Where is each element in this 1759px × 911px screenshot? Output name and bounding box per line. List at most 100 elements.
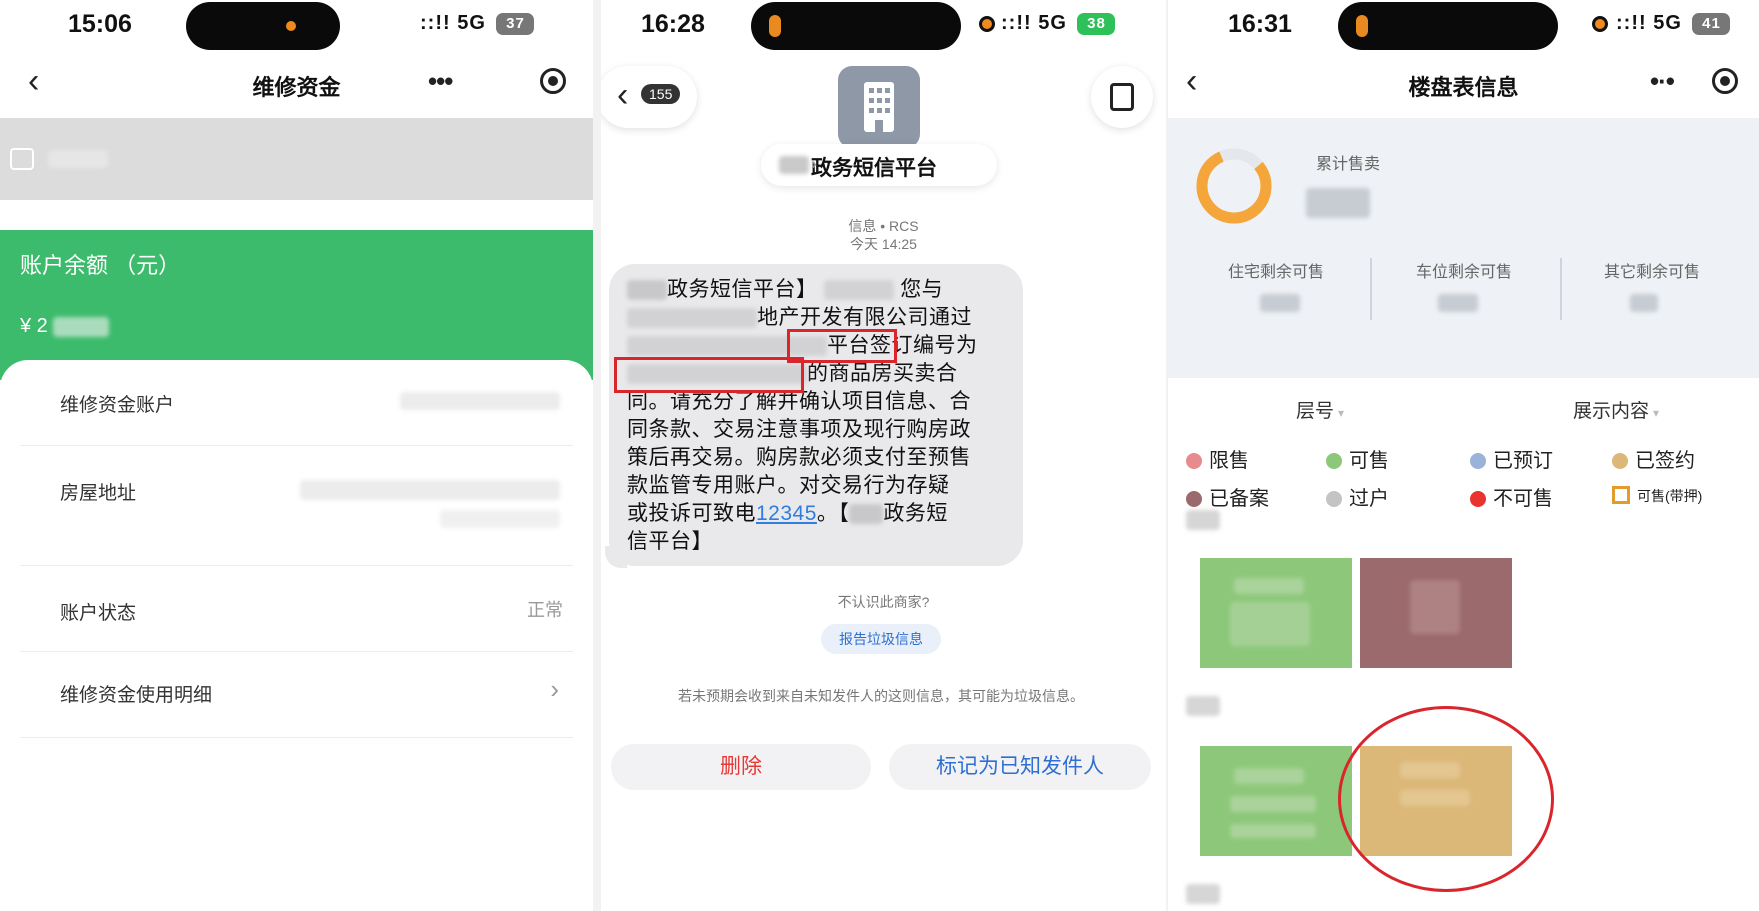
signal-bars-icon: ::!! <box>420 12 451 34</box>
camera-indicator-icon <box>286 21 296 31</box>
document-icon <box>1110 83 1134 111</box>
status-bar: 16:31 ::!! 5G 41 <box>1168 0 1759 50</box>
balance-label: 账户余额 （元） <box>20 253 181 278</box>
legend-dot-icon <box>1186 491 1202 507</box>
legend-limited: 限售 <box>1186 444 1249 473</box>
nav-bar: ‹ 楼盘表信息 •·• <box>1168 60 1759 118</box>
back-button[interactable]: ‹ 155 <box>601 66 697 128</box>
message-channel: 信息 • RCS <box>848 218 919 234</box>
dynamic-island <box>751 2 961 50</box>
report-spam-button[interactable]: 报告垃圾信息 <box>821 624 941 654</box>
legend-not-for-sale: 不可售 <box>1470 482 1553 511</box>
signal-indicator: ::!! 5G 41 <box>1616 12 1731 35</box>
highlight-box-contract-number <box>614 357 804 393</box>
stat-divider <box>1370 258 1372 320</box>
unit-cell[interactable] <box>1200 558 1352 668</box>
list-item[interactable]: 房屋地址 <box>20 446 573 566</box>
blurred-value <box>300 480 560 500</box>
message-text: 政务短信平台】 您与 地产开发有限公司通过 平台签订编号为 的商品房买卖合 同。… <box>627 278 978 553</box>
legend-filed: 已备案 <box>1186 482 1269 511</box>
legend-dot-icon <box>1470 453 1486 469</box>
status-time: 16:28 <box>641 10 705 38</box>
panel-divider <box>593 0 601 911</box>
unit-cell[interactable] <box>1360 558 1512 668</box>
chevron-left-icon: ‹ <box>617 76 629 114</box>
more-dots-icon[interactable]: ••• <box>428 66 453 97</box>
highlight-oval-signed-unit <box>1338 706 1554 892</box>
legend-transferred: 过户 <box>1326 482 1389 511</box>
sender-name-button[interactable]: 政务短信平台 › <box>761 144 997 186</box>
bubble-tail <box>605 546 627 568</box>
microphone-indicator-icon <box>1356 15 1368 37</box>
page-title: 维修资金 <box>252 75 341 100</box>
status-bar: 16:28 ::!! 5G 38 <box>601 0 1166 50</box>
caret-down-icon: ▾ <box>1338 406 1345 420</box>
battery-icon: 37 <box>496 12 535 35</box>
floor-selector[interactable]: 层号 ▾ <box>1296 396 1344 423</box>
blurred-text <box>779 156 809 174</box>
balance-card: 账户余额 （元） ¥ 2 <box>0 230 593 380</box>
more-dots-icon[interactable]: •·• <box>1650 66 1675 97</box>
cumulative-sales-label: 累计售卖 <box>1316 156 1381 173</box>
signal-indicator: ::!! 5G 38 <box>1001 12 1116 35</box>
legend-available: 可售 <box>1326 444 1389 473</box>
delete-button[interactable]: 删除 <box>611 744 871 790</box>
maintenance-fund-screen: 15:06 ::!! 5G 37 ‹ 维修资金 ••• 账户余额 （元） ¥ 2… <box>0 0 593 911</box>
list-item[interactable]: 账户状态 正常 <box>20 566 573 652</box>
stat-divider <box>1560 258 1562 320</box>
account-card-header <box>0 118 593 200</box>
unread-badge: 155 <box>641 84 681 104</box>
chevron-right-icon: › <box>550 674 559 704</box>
sender-avatar[interactable] <box>838 66 920 148</box>
message-bubble[interactable]: 政务短信平台】 您与 地产开发有限公司通过 平台签订编号为 的商品房买卖合 同。… <box>609 264 1023 566</box>
unit-cell[interactable] <box>1200 746 1352 856</box>
blurred-value <box>1438 294 1478 312</box>
legend-dot-icon <box>1612 453 1628 469</box>
legend-dot-icon <box>1326 453 1342 469</box>
building-icon <box>864 82 894 132</box>
battery-icon: 38 <box>1077 12 1116 35</box>
legend-dot-icon <box>1186 453 1202 469</box>
mark-known-sender-button[interactable]: 标记为已知发件人 <box>889 744 1151 790</box>
status-time: 15:06 <box>68 10 132 38</box>
signal-indicator: ::!! 5G 37 <box>420 12 535 35</box>
blurred-amount <box>53 316 110 337</box>
card-icon <box>10 148 34 170</box>
dynamic-island <box>1338 2 1558 50</box>
blurred-text <box>48 150 108 168</box>
blurred-value <box>440 510 560 528</box>
contact-card-button[interactable] <box>1091 66 1153 128</box>
building-info-screen: 16:31 ::!! 5G 41 ‹ 楼盘表信息 •·• 累计售卖 住宅剩余可售… <box>1168 0 1759 911</box>
residential-remaining-label: 住宅剩余可售 <box>1228 264 1325 281</box>
other-remaining-label: 其它剩余可售 <box>1604 264 1701 281</box>
blurred-value <box>1260 294 1300 312</box>
blurred-value <box>1306 188 1370 218</box>
caret-down-icon: ▾ <box>1653 406 1660 420</box>
recording-indicator-icon <box>1592 16 1608 32</box>
target-close-icon[interactable] <box>540 68 566 94</box>
blurred-floor-label <box>1186 884 1220 904</box>
blurred-floor-label <box>1186 696 1220 716</box>
list-item[interactable]: 维修资金账户 <box>20 360 573 446</box>
chevron-right-icon: › <box>811 154 817 173</box>
blurred-value <box>1630 294 1658 312</box>
legend-signed: 已签约 <box>1612 444 1695 473</box>
sales-progress-ring <box>1196 148 1272 224</box>
hotline-link[interactable]: 12345 <box>756 502 817 525</box>
list-item[interactable]: 维修资金使用明细 › <box>20 652 573 738</box>
display-content-selector[interactable]: 展示内容 ▾ <box>1573 396 1659 423</box>
blurred-floor-label <box>1186 510 1220 530</box>
blurred-value <box>400 392 560 410</box>
account-status-value: 正常 <box>527 600 563 620</box>
signal-bars-icon: ::!! <box>1616 12 1647 34</box>
recording-indicator-icon <box>979 16 995 32</box>
dynamic-island <box>186 2 340 50</box>
battery-icon: 41 <box>1692 12 1731 35</box>
legend-available-mortgaged: 可售(带押) <box>1612 486 1702 506</box>
legend-reserved: 已预订 <box>1470 444 1553 473</box>
parking-remaining-label: 车位剩余可售 <box>1416 264 1513 281</box>
target-close-icon[interactable] <box>1712 68 1738 94</box>
nav-bar: ‹ 维修资金 ••• <box>0 60 593 118</box>
unknown-sender-text: 不认识此商家? <box>837 594 930 610</box>
legend-dot-icon <box>1470 491 1486 507</box>
